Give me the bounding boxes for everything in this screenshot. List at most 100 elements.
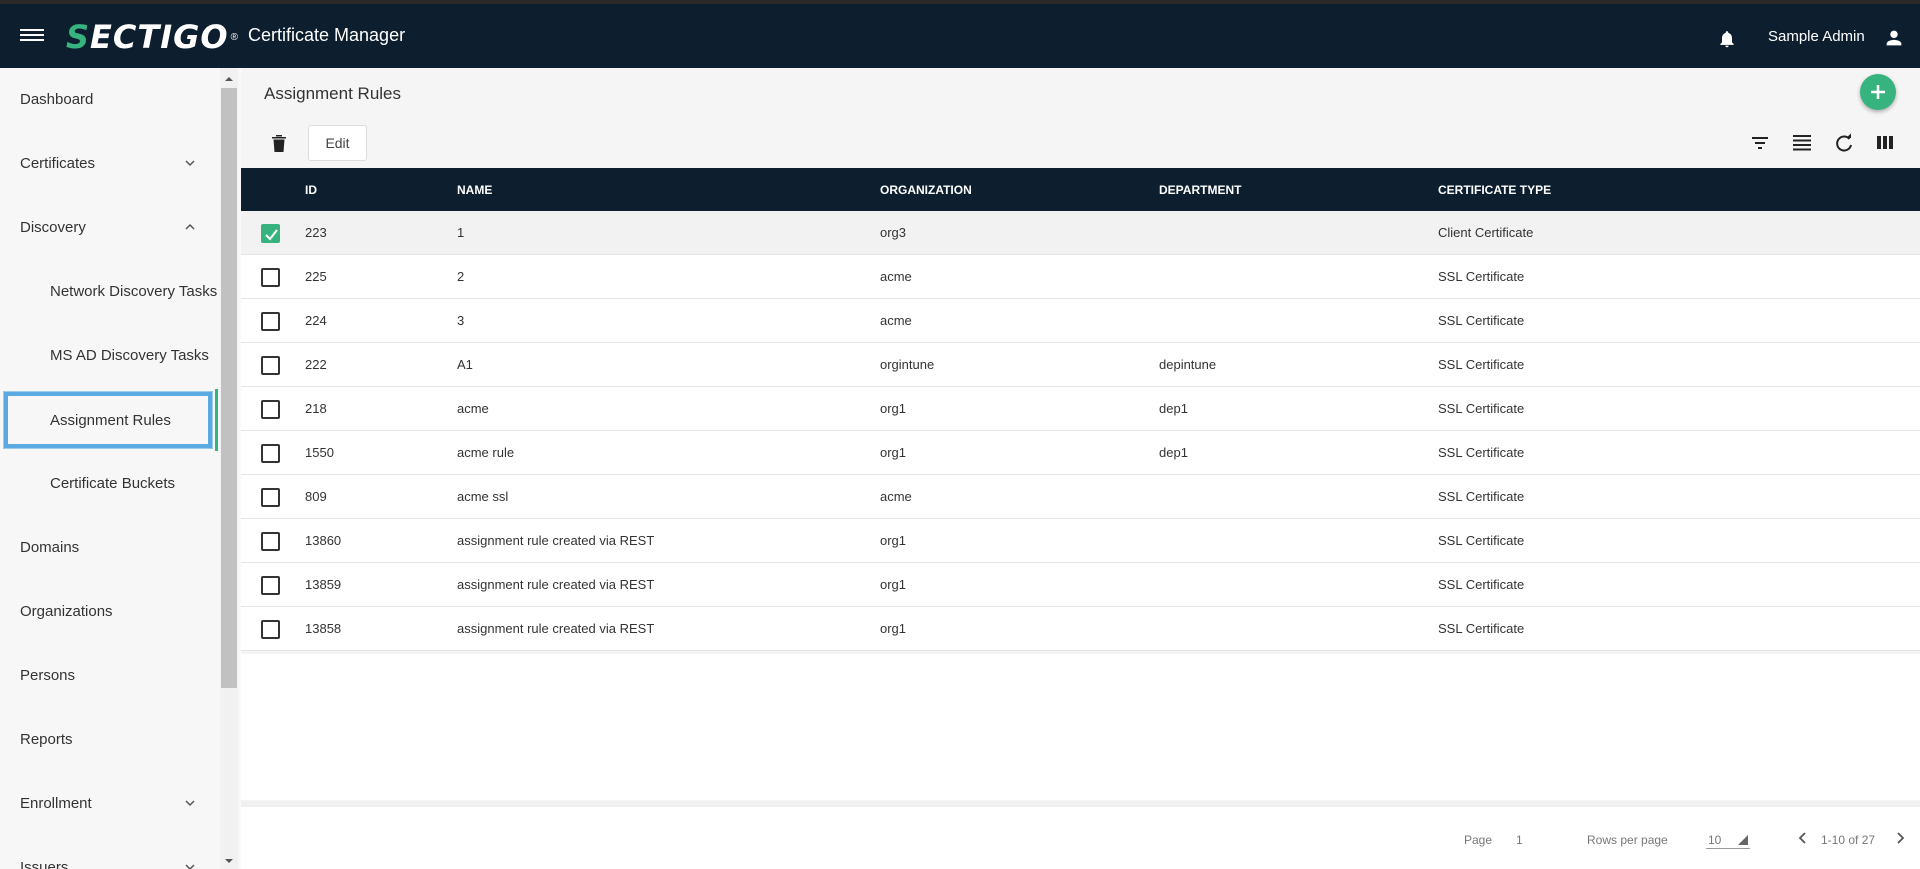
cell-organization: org1 <box>880 445 907 460</box>
sidebar-scrollbar-thumb[interactable] <box>221 88 237 688</box>
cell-organization: acme <box>880 313 912 328</box>
scroll-down-arrow-icon[interactable] <box>223 856 235 866</box>
cell-name: acme <box>457 401 489 416</box>
column-header-department[interactable]: DEPARTMENT <box>1159 183 1241 197</box>
sidebar-item-domains[interactable]: Domains <box>0 517 220 577</box>
cell-name: 3 <box>457 313 465 328</box>
cell-certificate-type: Client Certificate <box>1438 225 1534 240</box>
sidebar-item-certificate-buckets[interactable]: Certificate Buckets <box>0 453 220 513</box>
sectigo-logo[interactable]: SECTIGO ® <box>66 18 238 56</box>
table-row[interactable]: 224 3 acme SSL Certificate <box>241 299 1920 343</box>
cell-organization: acme <box>880 489 912 504</box>
row-checkbox[interactable] <box>261 224 280 243</box>
cell-name: assignment rule created via REST <box>457 577 655 592</box>
column-header-certificate-type[interactable]: CERTIFICATE TYPE <box>1438 183 1551 197</box>
density-icon[interactable] <box>1791 133 1813 153</box>
check-icon <box>265 229 278 241</box>
sidebar-item-issuers[interactable]: Issuers <box>0 837 220 869</box>
sidebar-item-ms-ad-discovery-tasks[interactable]: MS AD Discovery Tasks <box>0 325 220 385</box>
table-row[interactable]: 809 acme ssl acme SSL Certificate <box>241 475 1920 519</box>
chevron-right-icon[interactable] <box>1894 831 1906 845</box>
sidebar-item-certificates[interactable]: Certificates <box>0 133 220 193</box>
edit-button[interactable]: Edit <box>308 125 367 161</box>
cell-certificate-type: SSL Certificate <box>1438 489 1525 504</box>
trash-icon[interactable] <box>271 133 287 153</box>
rows-per-page-label: Rows per page <box>1587 833 1668 847</box>
main-content: Assignment Rules Edit ID NAME ORGANIZATI… <box>241 68 1920 869</box>
sidebar-item-discovery[interactable]: Discovery <box>0 197 220 257</box>
sidebar-item-reports[interactable]: Reports <box>0 709 220 769</box>
table-row[interactable]: 13859 assignment rule created via REST org… <box>241 563 1920 607</box>
sidebar-item-network-discovery-tasks[interactable]: Network Discovery Tasks <box>0 261 220 321</box>
row-checkbox[interactable] <box>261 312 280 331</box>
cell-id: 13859 <box>305 577 342 592</box>
cell-id: 218 <box>305 401 327 416</box>
cell-certificate-type: SSL Certificate <box>1438 445 1525 460</box>
table-row[interactable]: 223 1 org3 Client Certificate <box>241 211 1920 255</box>
chevron-down-icon <box>185 864 195 869</box>
rows-per-page-value: 10 <box>1708 833 1722 847</box>
sidebar-item-label: Dashboard <box>20 90 94 108</box>
sidebar-item-organizations[interactable]: Organizations <box>0 581 220 641</box>
cell-name: assignment rule created via REST <box>457 533 655 548</box>
add-rule-button[interactable] <box>1860 74 1896 110</box>
row-checkbox[interactable] <box>261 532 280 551</box>
cell-certificate-type: SSL Certificate <box>1438 577 1525 592</box>
sidebar-item-label: Enrollment <box>20 794 92 812</box>
sidebar-item-persons[interactable]: Persons <box>0 645 220 705</box>
sidebar-item-label: Reports <box>20 730 73 748</box>
page-number[interactable]: 1 <box>1516 833 1523 847</box>
chevron-left-icon[interactable] <box>1797 831 1809 845</box>
row-checkbox[interactable] <box>261 356 280 375</box>
pagination-footer: Page 1 Rows per page 10 1-10 of 27 <box>241 801 1920 869</box>
columns-icon[interactable] <box>1874 133 1896 153</box>
cell-certificate-type: SSL Certificate <box>1438 357 1525 372</box>
table-row[interactable]: 222 A1 orgintune depintune SSL Certificate <box>241 343 1920 387</box>
sidebar-item-label: Discovery <box>20 218 86 236</box>
table-row[interactable]: 1550 acme rule org1 dep1 SSL Certificate <box>241 431 1920 475</box>
dropdown-triangle-icon <box>1738 835 1748 845</box>
table-row[interactable]: 13858 assignment rule created via REST org… <box>241 607 1920 651</box>
column-header-name[interactable]: NAME <box>457 183 492 197</box>
cell-organization: orgintune <box>880 357 935 372</box>
table-row[interactable]: 225 2 acme SSL Certificate <box>241 255 1920 299</box>
chevron-down-icon <box>185 800 195 807</box>
sidebar-item-dashboard[interactable]: Dashboard <box>0 69 220 129</box>
table-row[interactable]: 218 acme org1 dep1 SSL Certificate <box>241 387 1920 431</box>
hamburger-menu-icon[interactable] <box>20 26 44 46</box>
table-row[interactable]: 13860 assignment rule created via REST org… <box>241 519 1920 563</box>
sidebar-item-label: Domains <box>20 538 80 556</box>
cell-id: 13858 <box>305 621 342 636</box>
row-checkbox[interactable] <box>261 576 280 595</box>
sidebar: Dashboard Certificates Discovery Network… <box>0 68 240 869</box>
scroll-up-arrow-icon[interactable] <box>223 74 235 84</box>
sidebar-item-label: MS AD Discovery Tasks <box>50 346 209 364</box>
column-header-organization[interactable]: ORGANIZATION <box>880 183 972 197</box>
sidebar-item-label: Issuers <box>20 858 69 869</box>
column-header-id[interactable]: ID <box>305 183 317 197</box>
cell-name: acme rule <box>457 445 515 460</box>
row-checkbox[interactable] <box>261 488 280 507</box>
cell-id: 1550 <box>305 445 334 460</box>
filter-icon[interactable] <box>1749 133 1771 153</box>
cell-id: 13860 <box>305 533 342 548</box>
sidebar-item-enrollment[interactable]: Enrollment <box>0 773 220 833</box>
table-empty-area <box>241 654 1920 800</box>
row-checkbox[interactable] <box>261 268 280 287</box>
sidebar-item-label: Network Discovery Tasks <box>50 282 218 300</box>
cell-id: 222 <box>305 357 327 372</box>
user-name[interactable]: Sample Admin <box>1768 28 1865 45</box>
row-checkbox[interactable] <box>261 444 280 463</box>
cell-name: 1 <box>457 225 465 240</box>
cell-id: 809 <box>305 489 327 504</box>
table-header: ID NAME ORGANIZATION DEPARTMENT CERTIFIC… <box>241 168 1920 211</box>
bell-icon[interactable] <box>1717 28 1737 50</box>
sidebar-item-assignment-rules[interactable]: Assignment Rules <box>3 391 213 449</box>
rows-per-page-select[interactable]: 10 <box>1706 829 1750 849</box>
row-checkbox[interactable] <box>261 400 280 419</box>
user-icon[interactable] <box>1883 27 1905 49</box>
row-checkbox[interactable] <box>261 620 280 639</box>
cell-certificate-type: SSL Certificate <box>1438 621 1525 636</box>
refresh-icon[interactable] <box>1833 133 1855 153</box>
cell-department: depintune <box>1159 357 1217 372</box>
